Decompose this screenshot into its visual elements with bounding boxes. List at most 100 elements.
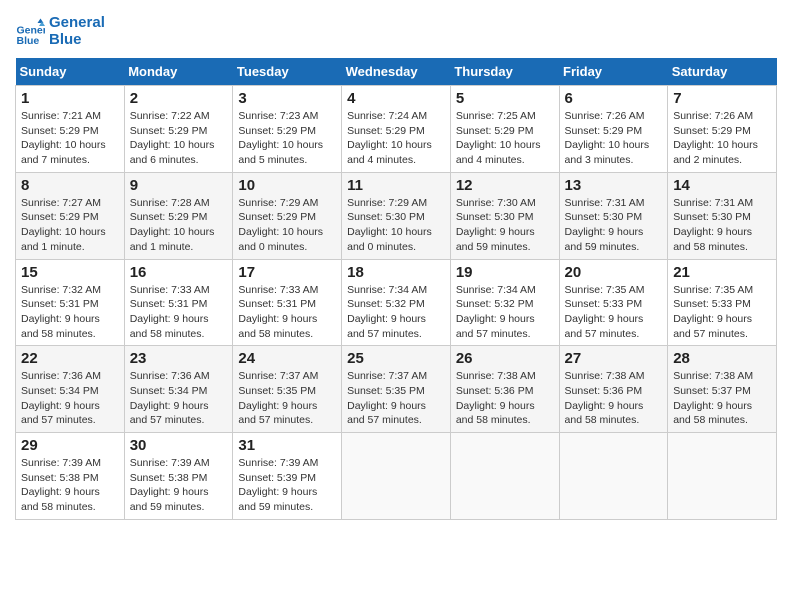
day-number: 11: [347, 177, 445, 194]
day-cell: [668, 433, 777, 520]
day-cell: 28 Sunrise: 7:38 AM Sunset: 5:37 PM Dayl…: [668, 346, 777, 433]
day-info: Sunrise: 7:27 AM Sunset: 5:29 PM Dayligh…: [21, 196, 119, 255]
header-day-saturday: Saturday: [668, 58, 777, 86]
day-number: 7: [673, 90, 771, 107]
day-cell: 18 Sunrise: 7:34 AM Sunset: 5:32 PM Dayl…: [342, 259, 451, 346]
week-row-2: 8 Sunrise: 7:27 AM Sunset: 5:29 PM Dayli…: [16, 172, 777, 259]
header-day-tuesday: Tuesday: [233, 58, 342, 86]
day-cell: 3 Sunrise: 7:23 AM Sunset: 5:29 PM Dayli…: [233, 86, 342, 173]
day-cell: [342, 433, 451, 520]
day-cell: 23 Sunrise: 7:36 AM Sunset: 5:34 PM Dayl…: [124, 346, 233, 433]
day-info: Sunrise: 7:28 AM Sunset: 5:29 PM Dayligh…: [130, 196, 228, 255]
day-number: 8: [21, 177, 119, 194]
header-day-sunday: Sunday: [16, 58, 125, 86]
header-day-thursday: Thursday: [450, 58, 559, 86]
day-cell: 12 Sunrise: 7:30 AM Sunset: 5:30 PM Dayl…: [450, 172, 559, 259]
day-number: 28: [673, 350, 771, 367]
day-cell: 1 Sunrise: 7:21 AM Sunset: 5:29 PM Dayli…: [16, 86, 125, 173]
day-info: Sunrise: 7:36 AM Sunset: 5:34 PM Dayligh…: [21, 369, 119, 428]
week-row-3: 15 Sunrise: 7:32 AM Sunset: 5:31 PM Dayl…: [16, 259, 777, 346]
day-number: 15: [21, 264, 119, 281]
day-cell: 7 Sunrise: 7:26 AM Sunset: 5:29 PM Dayli…: [668, 86, 777, 173]
day-cell: 31 Sunrise: 7:39 AM Sunset: 5:39 PM Dayl…: [233, 433, 342, 520]
day-cell: 25 Sunrise: 7:37 AM Sunset: 5:35 PM Dayl…: [342, 346, 451, 433]
header-day-wednesday: Wednesday: [342, 58, 451, 86]
logo-icon: General Blue: [15, 17, 45, 47]
header-row: SundayMondayTuesdayWednesdayThursdayFrid…: [16, 58, 777, 86]
day-number: 21: [673, 264, 771, 281]
day-number: 10: [238, 177, 336, 194]
day-cell: 29 Sunrise: 7:39 AM Sunset: 5:38 PM Dayl…: [16, 433, 125, 520]
day-number: 20: [565, 264, 663, 281]
day-cell: [559, 433, 668, 520]
day-info: Sunrise: 7:35 AM Sunset: 5:33 PM Dayligh…: [565, 283, 663, 342]
logo: General Blue General Blue: [15, 15, 105, 48]
day-info: Sunrise: 7:37 AM Sunset: 5:35 PM Dayligh…: [238, 369, 336, 428]
day-number: 23: [130, 350, 228, 367]
day-cell: 27 Sunrise: 7:38 AM Sunset: 5:36 PM Dayl…: [559, 346, 668, 433]
week-row-5: 29 Sunrise: 7:39 AM Sunset: 5:38 PM Dayl…: [16, 433, 777, 520]
day-cell: 6 Sunrise: 7:26 AM Sunset: 5:29 PM Dayli…: [559, 86, 668, 173]
day-info: Sunrise: 7:21 AM Sunset: 5:29 PM Dayligh…: [21, 109, 119, 168]
day-cell: 22 Sunrise: 7:36 AM Sunset: 5:34 PM Dayl…: [16, 346, 125, 433]
day-number: 5: [456, 90, 554, 107]
logo-text-blue: Blue: [49, 32, 105, 49]
day-number: 22: [21, 350, 119, 367]
day-number: 18: [347, 264, 445, 281]
day-number: 24: [238, 350, 336, 367]
day-info: Sunrise: 7:32 AM Sunset: 5:31 PM Dayligh…: [21, 283, 119, 342]
day-number: 30: [130, 437, 228, 454]
day-info: Sunrise: 7:33 AM Sunset: 5:31 PM Dayligh…: [238, 283, 336, 342]
day-info: Sunrise: 7:33 AM Sunset: 5:31 PM Dayligh…: [130, 283, 228, 342]
calendar-body: 1 Sunrise: 7:21 AM Sunset: 5:29 PM Dayli…: [16, 86, 777, 520]
svg-text:Blue: Blue: [17, 35, 40, 47]
day-cell: 26 Sunrise: 7:38 AM Sunset: 5:36 PM Dayl…: [450, 346, 559, 433]
day-info: Sunrise: 7:34 AM Sunset: 5:32 PM Dayligh…: [347, 283, 445, 342]
day-cell: 24 Sunrise: 7:37 AM Sunset: 5:35 PM Dayl…: [233, 346, 342, 433]
day-info: Sunrise: 7:23 AM Sunset: 5:29 PM Dayligh…: [238, 109, 336, 168]
day-number: 17: [238, 264, 336, 281]
week-row-1: 1 Sunrise: 7:21 AM Sunset: 5:29 PM Dayli…: [16, 86, 777, 173]
header-day-friday: Friday: [559, 58, 668, 86]
day-cell: 15 Sunrise: 7:32 AM Sunset: 5:31 PM Dayl…: [16, 259, 125, 346]
day-info: Sunrise: 7:39 AM Sunset: 5:38 PM Dayligh…: [21, 456, 119, 515]
day-info: Sunrise: 7:34 AM Sunset: 5:32 PM Dayligh…: [456, 283, 554, 342]
day-info: Sunrise: 7:37 AM Sunset: 5:35 PM Dayligh…: [347, 369, 445, 428]
day-cell: 11 Sunrise: 7:29 AM Sunset: 5:30 PM Dayl…: [342, 172, 451, 259]
day-cell: 4 Sunrise: 7:24 AM Sunset: 5:29 PM Dayli…: [342, 86, 451, 173]
day-number: 16: [130, 264, 228, 281]
day-info: Sunrise: 7:29 AM Sunset: 5:29 PM Dayligh…: [238, 196, 336, 255]
day-cell: 17 Sunrise: 7:33 AM Sunset: 5:31 PM Dayl…: [233, 259, 342, 346]
day-info: Sunrise: 7:30 AM Sunset: 5:30 PM Dayligh…: [456, 196, 554, 255]
day-cell: 2 Sunrise: 7:22 AM Sunset: 5:29 PM Dayli…: [124, 86, 233, 173]
day-info: Sunrise: 7:31 AM Sunset: 5:30 PM Dayligh…: [673, 196, 771, 255]
week-row-4: 22 Sunrise: 7:36 AM Sunset: 5:34 PM Dayl…: [16, 346, 777, 433]
day-info: Sunrise: 7:22 AM Sunset: 5:29 PM Dayligh…: [130, 109, 228, 168]
day-info: Sunrise: 7:35 AM Sunset: 5:33 PM Dayligh…: [673, 283, 771, 342]
day-number: 3: [238, 90, 336, 107]
day-number: 29: [21, 437, 119, 454]
day-number: 6: [565, 90, 663, 107]
day-cell: [450, 433, 559, 520]
logo-text-general: General: [49, 15, 105, 32]
day-info: Sunrise: 7:26 AM Sunset: 5:29 PM Dayligh…: [565, 109, 663, 168]
day-info: Sunrise: 7:39 AM Sunset: 5:38 PM Dayligh…: [130, 456, 228, 515]
day-cell: 30 Sunrise: 7:39 AM Sunset: 5:38 PM Dayl…: [124, 433, 233, 520]
day-number: 4: [347, 90, 445, 107]
page-header: General Blue General Blue: [15, 15, 777, 48]
day-cell: 20 Sunrise: 7:35 AM Sunset: 5:33 PM Dayl…: [559, 259, 668, 346]
header-day-monday: Monday: [124, 58, 233, 86]
day-cell: 8 Sunrise: 7:27 AM Sunset: 5:29 PM Dayli…: [16, 172, 125, 259]
day-cell: 13 Sunrise: 7:31 AM Sunset: 5:30 PM Dayl…: [559, 172, 668, 259]
day-info: Sunrise: 7:39 AM Sunset: 5:39 PM Dayligh…: [238, 456, 336, 515]
day-cell: 10 Sunrise: 7:29 AM Sunset: 5:29 PM Dayl…: [233, 172, 342, 259]
day-number: 19: [456, 264, 554, 281]
day-number: 31: [238, 437, 336, 454]
day-info: Sunrise: 7:38 AM Sunset: 5:37 PM Dayligh…: [673, 369, 771, 428]
calendar-table: SundayMondayTuesdayWednesdayThursdayFrid…: [15, 58, 777, 520]
day-number: 2: [130, 90, 228, 107]
day-cell: 21 Sunrise: 7:35 AM Sunset: 5:33 PM Dayl…: [668, 259, 777, 346]
day-number: 25: [347, 350, 445, 367]
day-number: 27: [565, 350, 663, 367]
day-number: 26: [456, 350, 554, 367]
